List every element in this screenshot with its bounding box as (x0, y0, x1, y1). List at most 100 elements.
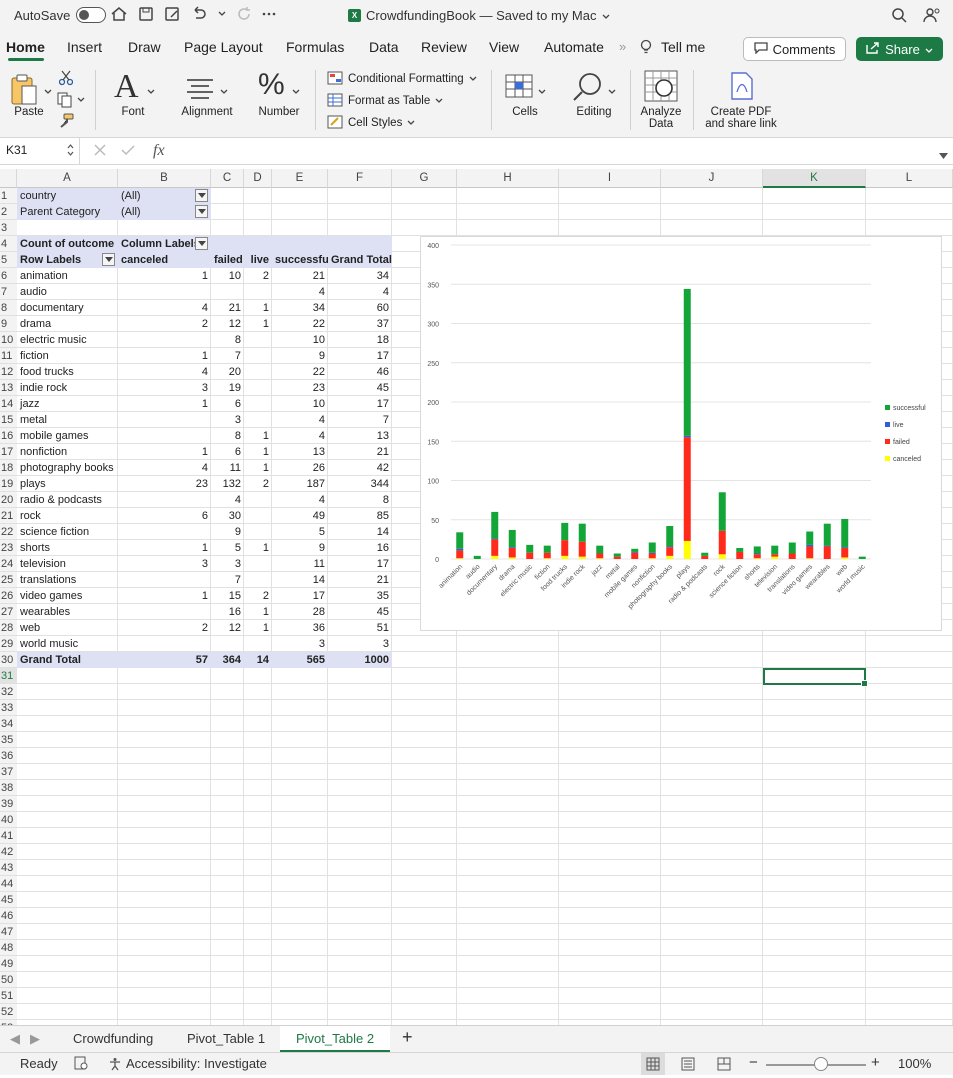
pivot-value[interactable] (244, 412, 272, 428)
pivot-value[interactable]: 46 (328, 364, 392, 380)
more-icon[interactable] (262, 12, 276, 16)
pivot-value[interactable] (244, 348, 272, 364)
filter-label-parent-category[interactable]: Parent Category (17, 204, 117, 220)
chevron-right-icon[interactable]: » (619, 39, 626, 54)
format-painter-icon[interactable] (58, 113, 74, 132)
row-header-25[interactable]: 25 (0, 572, 17, 588)
pivot-value[interactable]: 187 (272, 476, 328, 492)
tell-me[interactable]: Tell me (661, 39, 705, 55)
column-header-i[interactable]: I (559, 169, 661, 188)
pivot-value[interactable]: 10 (211, 268, 244, 284)
row-header-27[interactable]: 27 (0, 604, 17, 620)
column-header-g[interactable]: G (392, 169, 457, 188)
column-header-l[interactable]: L (866, 169, 953, 188)
pivot-value[interactable]: 51 (328, 620, 392, 636)
pivot-value[interactable]: 6 (118, 508, 211, 524)
pivot-value[interactable]: 4 (118, 460, 211, 476)
pivot-value[interactable]: 2 (118, 316, 211, 332)
pivot-value[interactable]: 9 (272, 348, 328, 364)
header-successful[interactable]: successful (272, 252, 328, 268)
sheet-tab-pivot-table-1[interactable]: Pivot_Table 1 (187, 1031, 265, 1046)
tab-formulas[interactable]: Formulas (286, 39, 344, 55)
pivot-value[interactable] (118, 572, 211, 588)
pivot-value[interactable]: 20 (211, 364, 244, 380)
row-header-4[interactable]: 4 (0, 236, 17, 252)
column-header-d[interactable]: D (244, 169, 272, 188)
pivot-value[interactable]: 21 (211, 300, 244, 316)
save-as-icon[interactable] (164, 6, 180, 22)
row-header-2[interactable]: 2 (0, 204, 17, 220)
share-person-icon[interactable] (923, 7, 941, 26)
row-header-51[interactable]: 51 (0, 988, 17, 1004)
row-header-3[interactable]: 3 (0, 220, 17, 236)
format-as-table-button[interactable]: Format as Table (327, 90, 477, 112)
pivot-value[interactable]: 7 (328, 412, 392, 428)
pivot-value[interactable]: 2 (118, 620, 211, 636)
pivot-value[interactable] (244, 284, 272, 300)
tab-home[interactable]: Home (6, 39, 45, 55)
row-header-1[interactable]: 1 (0, 188, 17, 204)
pivot-value[interactable]: 1 (118, 588, 211, 604)
row-header-14[interactable]: 14 (0, 396, 17, 412)
pivot-value[interactable] (244, 396, 272, 412)
row-header-52[interactable]: 52 (0, 1004, 17, 1020)
row-header-50[interactable]: 50 (0, 972, 17, 988)
row-header-22[interactable]: 22 (0, 524, 17, 540)
pivot-value[interactable] (118, 412, 211, 428)
pivot-value[interactable]: 16 (328, 540, 392, 556)
enter-icon[interactable] (121, 144, 135, 159)
copy-icon[interactable] (57, 92, 85, 111)
pivot-value[interactable] (118, 332, 211, 348)
column-header-j[interactable]: J (661, 169, 763, 188)
select-all-corner[interactable] (0, 169, 17, 188)
row-label[interactable]: radio & podcasts (17, 492, 118, 508)
header-canceled[interactable]: canceled (118, 252, 211, 268)
pivot-value[interactable]: 45 (328, 380, 392, 396)
pivot-value[interactable] (244, 556, 272, 572)
alignment-button[interactable]: Alignment (176, 68, 238, 130)
conditional-formatting-button[interactable]: Conditional Formatting (327, 68, 477, 90)
pivot-value[interactable]: 4 (328, 284, 392, 300)
pivot-value[interactable]: 1 (244, 604, 272, 620)
pivot-value[interactable]: 5 (272, 524, 328, 540)
cells-button[interactable]: Cells (500, 68, 550, 130)
pivot-value[interactable]: 4 (272, 412, 328, 428)
pivot-value[interactable]: 16 (211, 604, 244, 620)
row-header-43[interactable]: 43 (0, 860, 17, 876)
zoom-level[interactable]: 100% (898, 1056, 931, 1071)
pivot-value[interactable]: 22 (272, 364, 328, 380)
autosave-toggle[interactable] (76, 7, 107, 23)
pivot-value[interactable]: 23 (118, 476, 211, 492)
pivot-value[interactable]: 10 (272, 332, 328, 348)
column-header-a[interactable]: A (17, 169, 118, 188)
pivot-value[interactable]: 17 (272, 588, 328, 604)
function-icon[interactable]: fx (153, 142, 165, 160)
row-header-33[interactable]: 33 (0, 700, 17, 716)
pivot-value[interactable]: 2 (244, 588, 272, 604)
chevron-down-icon[interactable] (218, 11, 226, 17)
row-header-5[interactable]: 5 (0, 252, 17, 268)
pivot-value[interactable]: 4 (118, 300, 211, 316)
pivot-value[interactable]: 30 (211, 508, 244, 524)
cancel-icon[interactable] (94, 144, 106, 159)
column-labels-filter-dropdown[interactable] (195, 237, 208, 250)
row-header-15[interactable]: 15 (0, 412, 17, 428)
scissors-icon[interactable] (58, 70, 74, 89)
pivot-value[interactable]: 21 (328, 444, 392, 460)
pivot-value[interactable]: 14 (272, 572, 328, 588)
pivot-value[interactable]: 34 (272, 300, 328, 316)
pivot-value[interactable]: 6 (211, 396, 244, 412)
row-label[interactable]: nonfiction (17, 444, 118, 460)
pivot-value[interactable] (244, 636, 272, 652)
pivot-value[interactable] (244, 508, 272, 524)
row-header-26[interactable]: 26 (0, 588, 17, 604)
pivot-value[interactable]: 7 (211, 572, 244, 588)
pivot-value[interactable] (118, 428, 211, 444)
selected-cell-k31[interactable] (763, 668, 868, 687)
pivot-value[interactable]: 22 (272, 316, 328, 332)
row-header-34[interactable]: 34 (0, 716, 17, 732)
filter-label-country[interactable]: country (17, 188, 117, 204)
row-label[interactable]: television (17, 556, 118, 572)
tab-insert[interactable]: Insert (67, 39, 102, 55)
macro-record-icon[interactable] (74, 1056, 88, 1073)
